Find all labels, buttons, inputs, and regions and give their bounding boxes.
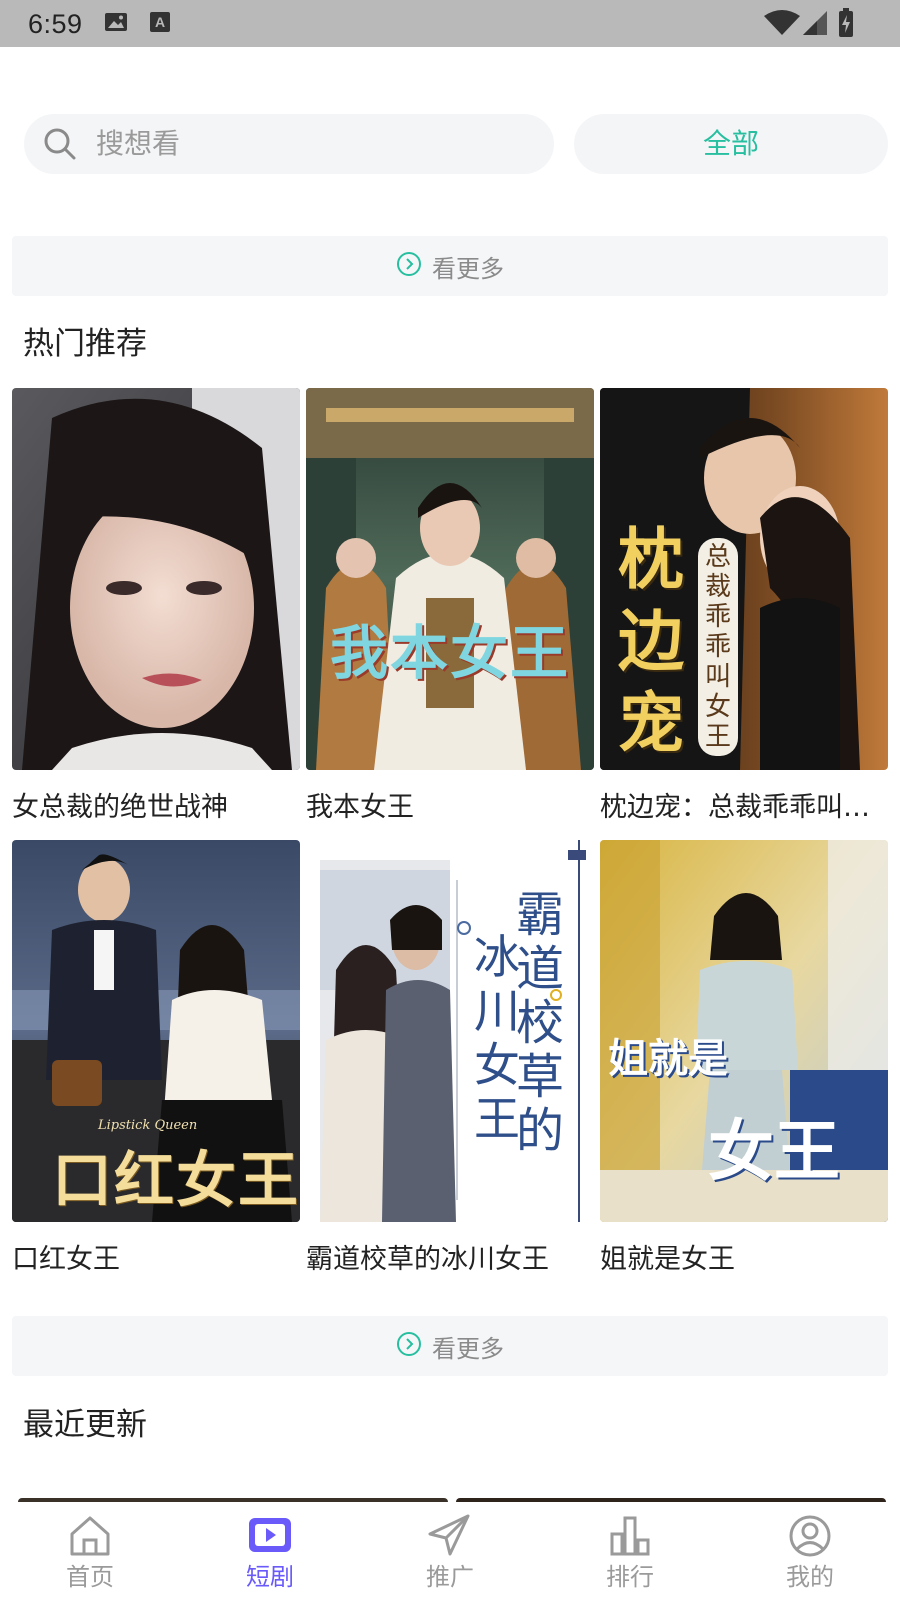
see-more-label: 看更多 <box>432 254 504 283</box>
cellular-signal-icon <box>803 10 827 40</box>
chevron-right-circle-icon <box>396 251 422 281</box>
all-filter-button[interactable]: 全部 <box>574 114 888 174</box>
nav-item-mine[interactable]: 我的 <box>720 1502 900 1600</box>
drama-poster: 霸道校草的 冰川女王 <box>306 840 594 1222</box>
poster-title-text: 口红女王 <box>52 1146 300 1216</box>
nav-label: 我的 <box>786 1563 834 1591</box>
drama-card[interactable]: 霸道校草的 冰川女王 霸道校草的冰川女王 <box>306 840 594 1278</box>
see-more-button[interactable]: 看更多 <box>12 1316 888 1376</box>
poster-subtitle-text: 女王 <box>708 1113 840 1190</box>
image-notification-icon <box>104 10 128 38</box>
drama-poster: 姐就是 女王 <box>600 840 888 1222</box>
battery-icon <box>838 8 854 42</box>
drama-title: 姐就是女王 <box>600 1244 735 1275</box>
drama-card[interactable]: 女总裁的绝世战神 <box>12 388 300 826</box>
drama-card[interactable]: 我本女王 我本女王 <box>306 388 594 826</box>
nav-label: 短剧 <box>246 1563 294 1591</box>
poster-subtitle-text: 总裁乖乖叫女王 <box>698 538 738 756</box>
drama-poster: 枕边宠 总裁乖乖叫女王 <box>600 388 888 770</box>
see-more-button[interactable]: 看更多 <box>12 236 888 296</box>
drama-card[interactable]: 枕边宠 总裁乖乖叫女王 枕边宠：总裁乖乖叫女王 <box>600 388 888 826</box>
bottom-navigation: 首页 短剧 推广 排行 我的 <box>0 1502 900 1600</box>
status-time: 6:59 <box>28 9 83 39</box>
drama-title: 女总裁的绝世战神 <box>12 792 228 823</box>
search-bar[interactable]: 搜想看 <box>24 114 554 174</box>
drama-title: 霸道校草的冰川女王 <box>306 1244 549 1275</box>
drama-card[interactable]: Lipstick Queen 口红女王 口红女王 <box>12 840 300 1278</box>
poster-title-text: 霸道校草的 <box>516 887 565 1159</box>
poster-subtitle-text: 冰川女王 <box>474 930 520 1146</box>
nav-label: 首页 <box>66 1563 114 1591</box>
bar-chart-icon <box>606 1512 654 1564</box>
nav-item-home[interactable]: 首页 <box>0 1502 180 1600</box>
nav-item-promote[interactable]: 推广 <box>360 1502 540 1600</box>
recent-section-title: 最近更新 <box>23 1407 147 1443</box>
see-more-label: 看更多 <box>432 1334 504 1363</box>
drama-title: 我本女王 <box>306 792 414 823</box>
wifi-icon <box>764 10 800 40</box>
search-icon <box>42 126 78 166</box>
drama-poster <box>12 388 300 770</box>
font-notification-icon: A <box>149 10 171 38</box>
poster-title-text: 枕边宠 <box>618 520 684 762</box>
paper-plane-icon <box>426 1512 474 1564</box>
poster-subtitle-text: Lipstick Queen <box>98 1118 198 1133</box>
poster-title-text: 姐就是 <box>608 1036 728 1082</box>
hot-section-title: 热门推荐 <box>23 326 147 362</box>
play-icon <box>246 1512 294 1564</box>
home-icon <box>66 1512 114 1564</box>
drama-poster: 我本女王 <box>306 388 594 770</box>
drama-title: 口红女王 <box>12 1244 120 1275</box>
drama-poster: Lipstick Queen 口红女王 <box>12 840 300 1222</box>
drama-card[interactable]: 姐就是 女王 姐就是女王 <box>600 840 888 1278</box>
chevron-right-circle-icon <box>396 1331 422 1361</box>
nav-item-short-drama[interactable]: 短剧 <box>180 1502 360 1600</box>
search-placeholder: 搜想看 <box>96 127 181 160</box>
user-icon <box>786 1512 834 1564</box>
nav-item-ranking[interactable]: 排行 <box>540 1502 720 1600</box>
drama-title: 枕边宠：总裁乖乖叫女王 <box>600 792 888 823</box>
nav-label: 排行 <box>606 1563 654 1591</box>
poster-title-text: 我本女王 <box>329 619 570 687</box>
svg-text:A: A <box>155 14 165 30</box>
nav-label: 推广 <box>426 1563 474 1591</box>
status-bar: 6:59 A <box>0 0 900 47</box>
